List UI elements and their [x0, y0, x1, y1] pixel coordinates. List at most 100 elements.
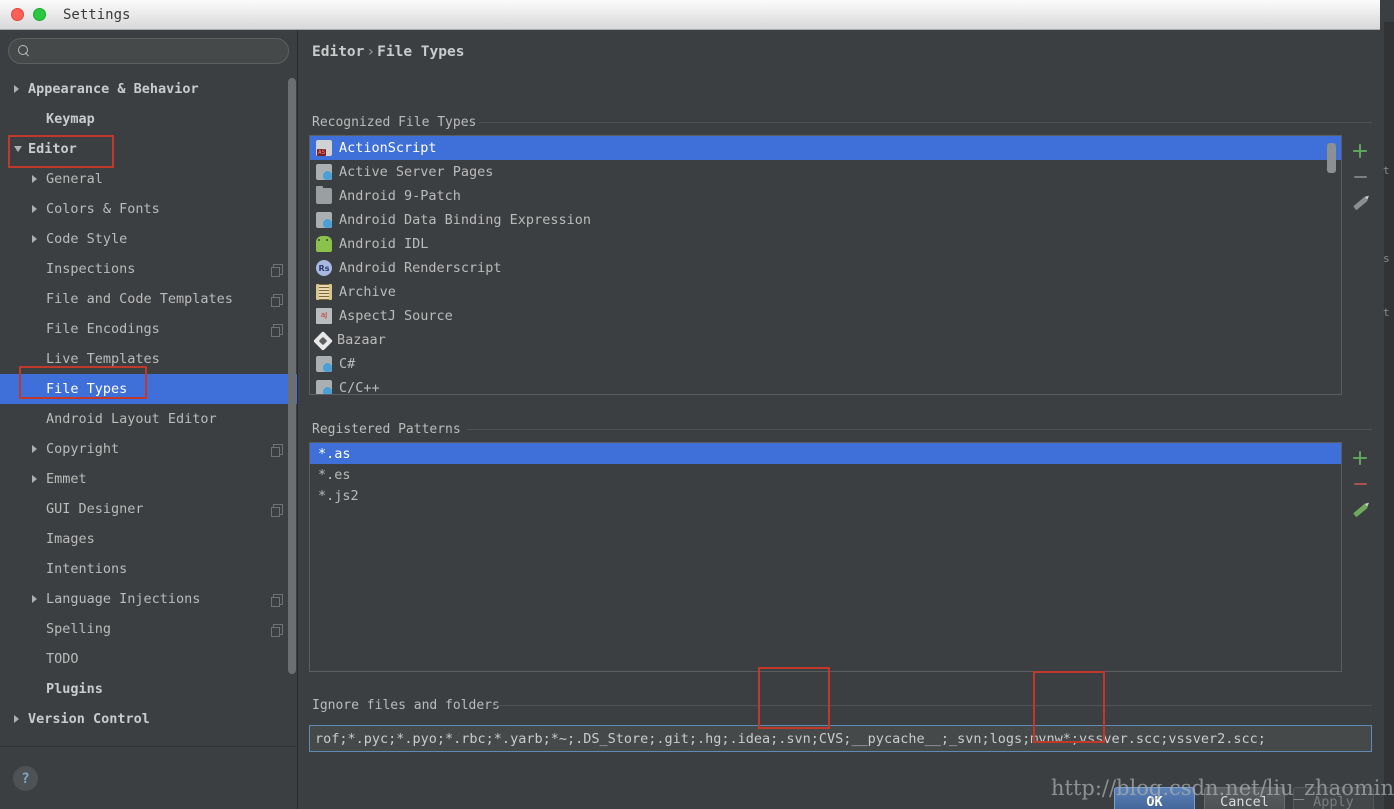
sidebar-item-label: Spelling [46, 621, 111, 637]
settings-tree[interactable]: Appearance & Behavior Keymap EditorGeneral… [0, 74, 297, 746]
edit-file-type-button[interactable] [1347, 190, 1373, 216]
sidebar-item-label: Copyright [46, 441, 119, 457]
breadcrumb-parent[interactable]: Editor [312, 44, 364, 60]
copy-settings-icon[interactable] [273, 264, 283, 275]
sidebar-item-file-and-code-templates[interactable]: File and Code Templates [0, 284, 297, 314]
copy-settings-icon[interactable] [273, 324, 283, 335]
sidebar-item-live-templates[interactable]: Live Templates [0, 344, 297, 374]
sidebar-item-android-layout-editor[interactable]: Android Layout Editor [0, 404, 297, 434]
ignore-files-rule [489, 705, 1372, 706]
watermark-text: http://blog.csdn.net/liu_zhaoming [1051, 776, 1394, 800]
file-type-row[interactable]: RsAndroid Renderscript [310, 256, 1341, 280]
recognized-file-types-rule [479, 122, 1372, 123]
chevron-right-icon[interactable] [14, 715, 19, 723]
sidebar-item-label: Keymap [46, 111, 95, 127]
breadcrumb-current: File Types [377, 44, 464, 60]
file-type-row[interactable]: C/C++ [310, 376, 1341, 395]
pattern-row[interactable]: *.es [310, 464, 1341, 485]
window-title: Settings [63, 7, 130, 23]
asp-icon [316, 164, 332, 180]
file-type-row[interactable]: Android Data Binding Expression [310, 208, 1341, 232]
file-type-row[interactable]: C# [310, 352, 1341, 376]
pattern-row[interactable]: *.js2 [310, 485, 1341, 506]
minus-icon [1354, 483, 1367, 486]
add-file-type-button[interactable] [1347, 138, 1373, 164]
recognized-list-scrollbar-thumb[interactable] [1327, 143, 1336, 173]
search-input[interactable] [31, 44, 288, 59]
plus-icon [1353, 150, 1367, 153]
chevron-right-icon[interactable] [32, 175, 37, 183]
file-type-row[interactable]: Active Server Pages [310, 160, 1341, 184]
sidebar-item-plugins[interactable]: Plugins [0, 674, 297, 704]
copy-settings-icon[interactable] [273, 594, 283, 605]
sidebar-item-inspections[interactable]: Inspections [0, 254, 297, 284]
file-type-row[interactable]: Archive [310, 280, 1341, 304]
registered-patterns-toolbar[interactable] [1347, 445, 1373, 523]
chevron-right-icon[interactable] [14, 85, 19, 93]
file-type-row[interactable]: Android IDL [310, 232, 1341, 256]
search-box[interactable] [8, 38, 289, 64]
chevron-right-icon[interactable] [32, 475, 37, 483]
maximize-window-button[interactable] [33, 8, 46, 21]
sidebar-item-intentions[interactable]: Intentions [0, 554, 297, 584]
pattern-label: *.js2 [318, 488, 359, 504]
android-icon [316, 236, 332, 252]
sidebar-item-emmet[interactable]: Emmet [0, 464, 297, 494]
chevron-right-icon[interactable] [32, 205, 37, 213]
sidebar-item-version-control[interactable]: Version Control [0, 704, 297, 734]
sidebar-item-keymap[interactable]: Keymap [0, 104, 297, 134]
file-type-row[interactable]: Android 9-Patch [310, 184, 1341, 208]
recognized-file-types-list[interactable]: ActionScriptActive Server PagesAndroid 9… [309, 135, 1342, 395]
sidebar-item-language-injections[interactable]: Language Injections [0, 584, 297, 614]
sidebar-item-code-style[interactable]: Code Style [0, 224, 297, 254]
background-window-strip [1384, 22, 1394, 809]
sidebar-item-label: Language Injections [46, 591, 200, 607]
sidebar-item-label: TODO [46, 651, 79, 667]
copy-settings-icon[interactable] [273, 444, 283, 455]
sidebar-item-images[interactable]: Images [0, 524, 297, 554]
registered-patterns-list[interactable]: *.as *.es *.js2 [309, 442, 1342, 672]
registered-patterns-rule [467, 429, 1372, 430]
chevron-right-icon[interactable] [32, 445, 37, 453]
copy-settings-icon[interactable] [273, 294, 283, 305]
sidebar-item-editor[interactable]: Editor [0, 134, 297, 164]
copy-settings-icon[interactable] [273, 624, 283, 635]
pattern-label: *.es [318, 467, 351, 483]
file-type-row[interactable]: AspectJ Source [310, 304, 1341, 328]
asp-icon [316, 212, 332, 228]
sidebar-item-label: Plugins [46, 681, 103, 697]
file-type-label: Bazaar [337, 332, 386, 348]
minus-icon [1354, 176, 1367, 179]
chevron-right-icon[interactable] [32, 595, 37, 603]
sidebar-item-spelling[interactable]: Spelling [0, 614, 297, 644]
pattern-label: *.as [318, 446, 351, 462]
file-type-row[interactable]: ActionScript [310, 136, 1341, 160]
sidebar-item-file-encodings[interactable]: File Encodings [0, 314, 297, 344]
ignore-files-title: Ignore files and folders [312, 698, 500, 713]
sidebar-item-copyright[interactable]: Copyright [0, 434, 297, 464]
sidebar-item-label: Live Templates [46, 351, 160, 367]
chevron-right-icon[interactable] [32, 235, 37, 243]
close-window-button[interactable] [11, 8, 24, 21]
chevron-down-icon[interactable] [14, 146, 22, 152]
sidebar-item-gui-designer[interactable]: GUI Designer [0, 494, 297, 524]
sidebar-scrollbar-thumb[interactable] [288, 78, 296, 674]
edit-pattern-button[interactable] [1347, 497, 1373, 523]
file-type-row[interactable]: Bazaar [310, 328, 1341, 352]
remove-pattern-button[interactable] [1347, 471, 1373, 497]
remove-file-type-button[interactable] [1347, 164, 1373, 190]
recognized-file-types-toolbar[interactable] [1347, 138, 1373, 216]
sidebar-item-todo[interactable]: TODO [0, 644, 297, 674]
copy-settings-icon[interactable] [273, 504, 283, 515]
breadcrumb: Editor›File Types [312, 44, 464, 60]
sidebar-item-label: Colors & Fonts [46, 201, 160, 217]
recognized-file-types-title: Recognized File Types [312, 115, 476, 130]
renderscript-icon: Rs [316, 260, 332, 276]
sidebar-item-colors-fonts[interactable]: Colors & Fonts [0, 194, 297, 224]
pattern-row[interactable]: *.as [310, 443, 1341, 464]
sidebar-item-general[interactable]: General [0, 164, 297, 194]
file-type-label: C# [339, 356, 355, 372]
sidebar-item-file-types[interactable]: File Types [0, 374, 297, 404]
sidebar-item-appearance-behavior[interactable]: Appearance & Behavior [0, 74, 297, 104]
add-pattern-button[interactable] [1347, 445, 1373, 471]
